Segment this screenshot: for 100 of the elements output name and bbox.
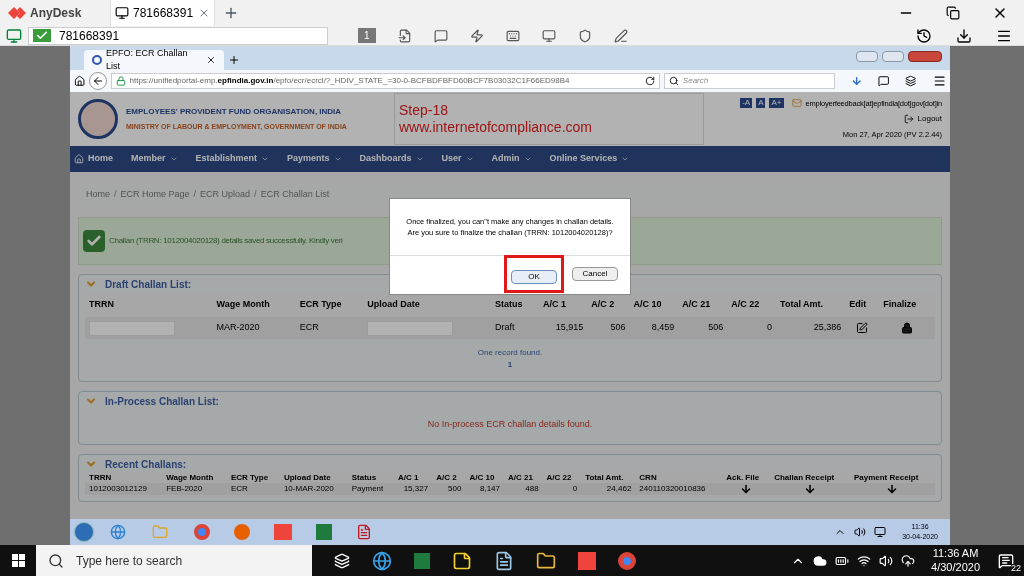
app-name: AnyDesk [30,5,82,22]
new-tab-icon[interactable] [228,54,240,66]
edit-icon[interactable] [856,321,869,334]
panel-title: In-Process Challan List: [105,394,219,409]
menu-item[interactable]: Online Services [549,152,630,166]
caret-icon [523,155,532,163]
clock-time: 11:36 AM [932,546,979,561]
column-header: ECR Type [299,299,342,310]
column-header: A/C 1 [398,473,419,482]
emblem-icon [78,99,118,139]
volume-icon[interactable] [854,526,867,538]
menu-item[interactable]: Payments [287,152,342,166]
table-cell: 240110320010836 [639,484,706,494]
download-icon[interactable] [804,483,817,495]
table-cell: 8,459 [651,322,675,333]
upload-icon[interactable] [901,553,916,568]
notification-button[interactable]: 22 [988,545,1024,576]
column-header: A/C 10 [469,473,495,482]
column-header: Status [351,473,377,482]
breadcrumb-link[interactable]: ECR Upload [200,188,251,202]
lock-icon [115,76,126,86]
pdf-icon[interactable] [356,524,372,540]
download-icon[interactable] [886,483,899,495]
search-field[interactable]: Search [663,73,835,89]
menu-item[interactable]: Member [131,152,178,166]
menu-icon[interactable] [932,74,947,88]
menu-item[interactable]: Establishment [195,152,270,166]
table-cell: MAR-2020 [216,322,260,333]
breadcrumb-link[interactable]: ECR Challan List [260,188,330,202]
logout-link[interactable]: Logout [917,113,942,125]
search-field[interactable]: Type here to search [36,545,312,576]
column-header: A/C 10 [633,299,662,310]
site-icon [92,55,102,65]
download-icon[interactable] [740,483,753,495]
table-cell: ECR [299,322,319,333]
lightning-icon[interactable] [469,28,484,43]
menu-item[interactable]: Home [74,152,113,166]
notepad-icon[interactable] [494,550,514,571]
table-cell: 500 [448,484,462,494]
column-header: Edit [849,299,867,310]
panel-title: Draft Challan List: [105,277,192,292]
ok-button[interactable]: OK [511,269,557,284]
font-size-button[interactable]: -A [740,98,753,109]
close-button[interactable] [908,51,942,62]
column-header: TRRN [89,473,112,482]
column-header: Finalize [883,299,917,310]
restore-icon[interactable] [946,6,960,20]
caret-icon [261,155,270,163]
windows-logo-icon[interactable] [11,554,25,567]
table-cell: 8,147 [480,484,501,494]
back-button[interactable] [89,72,107,90]
pen-icon[interactable] [613,28,628,43]
page-link[interactable]: 1 [507,359,513,371]
chat-icon[interactable] [878,75,890,87]
new-tab-icon[interactable] [223,5,239,21]
table-cell: 15,327 [403,484,429,494]
volume-icon[interactable] [879,553,894,568]
breadcrumb-link[interactable]: ECR Home Page [120,188,190,202]
url-text: https://unifiedportal-emp.epfindia.gov.in/epfo/ecr/ecrcl/?_HDIV_STATE_=30-0-BCFBDFBFD60BCF7B03032C1F66ED98B4 [129,75,571,87]
column-header: A/C 2 [436,473,457,482]
column-header: A/C 2 [591,299,615,310]
url-field[interactable]: https://unifiedportal-emp.epfindia.gov.in/epfo/ecr/ecrcl/?_HDIV_STATE_=30-0-BCFBDFBFD60BCF7B03032C1F66ED98B4 [110,73,660,89]
table-cell: 0 [767,322,773,333]
address-field[interactable]: 781668391 [28,26,328,45]
table-cell: Draft [494,322,515,333]
cloud-icon[interactable] [813,553,828,568]
menu-item[interactable]: Dashboards [359,152,424,166]
font-size-button[interactable]: A+ [769,98,784,109]
browser-tab[interactable]: EPFO: ECR Challan List [84,50,224,70]
keyboard-icon[interactable] [505,28,520,43]
menu-item[interactable]: User [441,152,474,166]
font-size-button[interactable]: A [756,98,766,109]
display-icon[interactable] [541,28,556,43]
column-header: A/C 1 [543,299,567,310]
session-tab[interactable]: 781668391 [110,0,215,26]
folder-icon[interactable] [536,550,556,571]
breadcrumb-link[interactable]: Home [86,188,110,202]
menu-item[interactable]: Admin [491,152,532,166]
lock-icon[interactable] [901,321,914,334]
column-header: Total Amt. [780,299,824,310]
home-icon[interactable] [74,75,86,87]
history-icon[interactable] [916,27,932,44]
column-header: TRRN [89,299,114,310]
reload-icon[interactable] [644,76,655,86]
shield-icon[interactable] [577,28,592,43]
monitor-button[interactable]: 1 [358,28,376,43]
close-tab-icon[interactable] [206,55,216,65]
chrome-icon[interactable] [618,551,636,570]
download-icon[interactable] [956,27,972,44]
sticky-notes-icon[interactable] [452,550,472,571]
organisation-name: EMPLOYEES' PROVIDENT FUND ORGANISATION, INDIA [126,105,343,118]
website-label: www.internetofcompliance.com [399,119,593,137]
cancel-button[interactable]: Cancel [572,266,618,281]
start-orb-icon[interactable] [74,522,94,542]
caret-icon [621,155,630,163]
file-transfer-icon[interactable] [397,28,412,43]
network-icon[interactable] [874,526,887,538]
table-cell: 0 [572,484,578,494]
wifi-icon[interactable] [857,553,872,568]
chrome-icon[interactable] [194,524,210,540]
